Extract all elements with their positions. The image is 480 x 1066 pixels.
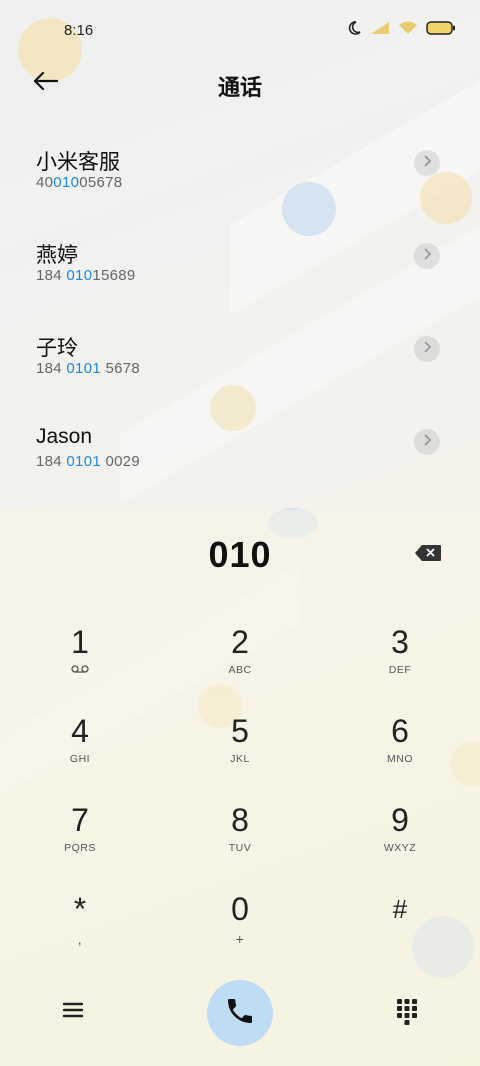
key-9[interactable]: 9 WXYZ — [345, 802, 455, 882]
voicemail-icon — [71, 664, 89, 676]
contact-details-button[interactable] — [414, 429, 440, 455]
key-6[interactable]: 6 MNO — [345, 713, 455, 793]
backspace-button[interactable] — [414, 544, 442, 567]
status-icons — [346, 20, 456, 36]
header: 通话 — [0, 60, 480, 108]
page-title: 通话 — [217, 75, 262, 100]
key-7[interactable]: 7 PQRS — [25, 802, 135, 882]
contact-item[interactable]: 小米客服 4001005678 — [0, 130, 480, 223]
chevron-right-icon — [422, 154, 432, 172]
contact-item[interactable]: Jason 184 0101 0029 — [0, 409, 480, 502]
moon-icon — [346, 20, 362, 36]
contact-number: 4001005678 — [36, 174, 123, 191]
keypad-icon — [396, 999, 418, 1030]
contact-number: 184 0101 0029 — [36, 453, 141, 470]
menu-icon — [62, 1002, 84, 1024]
contact-name: 燕婷 — [36, 244, 78, 267]
contact-details-button[interactable] — [414, 336, 440, 362]
contact-details-button[interactable] — [414, 243, 440, 269]
status-bar: 8:16 — [0, 0, 480, 60]
chevron-right-icon — [422, 247, 432, 265]
chevron-right-icon — [422, 340, 432, 358]
key-4[interactable]: 4 GHI — [25, 713, 135, 793]
signal-icon — [370, 21, 390, 35]
contact-name: 子玲 — [36, 337, 78, 360]
key-0[interactable]: 0 + — [185, 891, 295, 971]
key-8[interactable]: 8 TUV — [185, 802, 295, 882]
wifi-icon — [398, 21, 418, 35]
call-button[interactable] — [207, 980, 273, 1046]
key-1[interactable]: 1 — [25, 624, 135, 704]
contact-list: 小米客服 4001005678 燕婷 184 01015689 子玲 184 0… — [0, 130, 480, 502]
dialed-number: 010 — [208, 534, 272, 575]
contact-item[interactable]: 燕婷 184 01015689 — [0, 223, 480, 316]
menu-button[interactable] — [62, 1000, 86, 1024]
chevron-right-icon — [422, 433, 432, 451]
status-time: 8:16 — [64, 22, 94, 39]
contact-name: 小米客服 — [36, 151, 120, 174]
bottom-action-bar — [0, 980, 480, 1060]
contact-details-button[interactable] — [414, 150, 440, 176]
keypad-toggle-button[interactable] — [396, 998, 420, 1026]
contact-name: Jason — [36, 425, 93, 448]
key-3[interactable]: 3 DEF — [345, 624, 455, 704]
key-5[interactable]: 5 JKL — [185, 713, 295, 793]
key-star[interactable]: * , — [25, 891, 135, 971]
contact-item[interactable]: 子玲 184 0101 5678 — [0, 316, 480, 409]
battery-icon — [426, 21, 456, 35]
key-hash[interactable]: # — [345, 891, 455, 971]
contact-number: 184 0101 5678 — [36, 360, 141, 377]
contact-number: 184 01015689 — [36, 267, 136, 284]
backspace-icon — [414, 545, 442, 566]
key-2[interactable]: 2 ABC — [185, 624, 295, 704]
phone-icon — [224, 995, 256, 1032]
